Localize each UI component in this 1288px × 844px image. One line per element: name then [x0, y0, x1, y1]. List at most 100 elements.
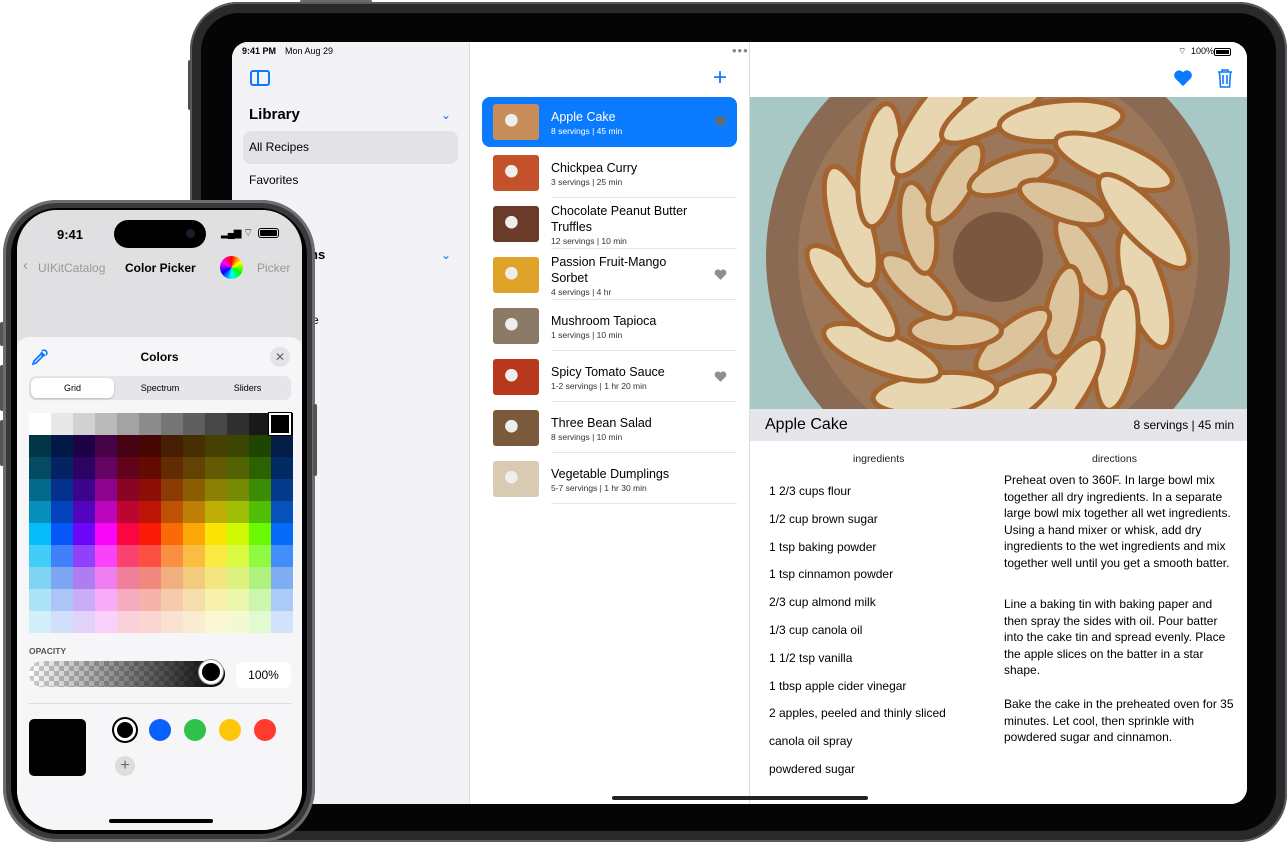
color-cell[interactable]	[29, 567, 51, 589]
color-cell[interactable]	[183, 413, 205, 435]
color-cell[interactable]	[183, 567, 205, 589]
color-cell[interactable]	[73, 413, 95, 435]
color-cell[interactable]	[73, 523, 95, 545]
color-wheel-icon[interactable]	[220, 256, 243, 279]
color-cell[interactable]	[29, 523, 51, 545]
color-cell[interactable]	[271, 479, 293, 501]
color-cell[interactable]	[227, 435, 249, 457]
color-cell[interactable]	[161, 457, 183, 479]
opacity-value[interactable]: 100%	[236, 662, 291, 688]
color-cell[interactable]	[139, 413, 161, 435]
color-cell[interactable]	[183, 589, 205, 611]
color-cell[interactable]	[29, 611, 51, 633]
heart-fill-icon[interactable]	[714, 115, 727, 128]
color-cell[interactable]	[73, 435, 95, 457]
recipe-row[interactable]: Chocolate Peanut Butter Truffles 12 servi…	[482, 199, 737, 249]
color-cell[interactable]	[271, 545, 293, 567]
color-cell[interactable]	[139, 523, 161, 545]
color-cell[interactable]	[271, 589, 293, 611]
color-cell[interactable]	[249, 457, 271, 479]
color-cell[interactable]	[95, 523, 117, 545]
color-cell[interactable]	[161, 545, 183, 567]
color-cell[interactable]	[73, 611, 95, 633]
color-cell[interactable]	[183, 545, 205, 567]
color-cell[interactable]	[51, 545, 73, 567]
saved-color-swatch[interactable]	[114, 719, 136, 741]
recipe-row[interactable]: Vegetable Dumplings 5-7 servings | 1 hr 3…	[482, 454, 737, 504]
color-cell[interactable]	[117, 435, 139, 457]
color-cell[interactable]	[95, 457, 117, 479]
color-cell[interactable]	[73, 501, 95, 523]
color-cell[interactable]	[271, 457, 293, 479]
more-dots-icon[interactable]: •••	[732, 43, 749, 58]
color-cell[interactable]	[51, 457, 73, 479]
recipe-row[interactable]: Passion Fruit-Mango Sorbet 4 servings | 4…	[482, 250, 737, 300]
back-button[interactable]: UIKitCatalog	[38, 261, 105, 275]
color-cell[interactable]	[51, 523, 73, 545]
color-cell[interactable]	[205, 611, 227, 633]
color-cell[interactable]	[249, 545, 271, 567]
color-cell[interactable]	[139, 611, 161, 633]
plus-icon[interactable]: +	[713, 64, 727, 92]
color-cell[interactable]	[51, 611, 73, 633]
opacity-slider[interactable]	[29, 661, 225, 687]
color-grid[interactable]	[29, 413, 293, 633]
color-cell[interactable]	[95, 611, 117, 633]
color-cell[interactable]	[271, 611, 293, 633]
color-cell[interactable]	[183, 479, 205, 501]
color-cell[interactable]	[73, 545, 95, 567]
color-cell[interactable]	[95, 413, 117, 435]
color-cell[interactable]	[249, 501, 271, 523]
color-cell[interactable]	[227, 479, 249, 501]
color-cell[interactable]	[249, 611, 271, 633]
color-cell[interactable]	[29, 479, 51, 501]
color-cell[interactable]	[117, 501, 139, 523]
color-cell[interactable]	[161, 501, 183, 523]
color-cell[interactable]	[227, 457, 249, 479]
color-cell[interactable]	[183, 457, 205, 479]
color-cell[interactable]	[95, 589, 117, 611]
recipe-row[interactable]: Apple Cake 8 servings | 45 min	[482, 97, 737, 147]
color-cell[interactable]	[183, 523, 205, 545]
color-cell[interactable]	[117, 545, 139, 567]
color-cell[interactable]	[51, 589, 73, 611]
color-cell[interactable]	[205, 479, 227, 501]
color-cell[interactable]	[73, 479, 95, 501]
color-cell[interactable]	[205, 413, 227, 435]
close-icon[interactable]: ✕	[270, 347, 290, 367]
color-cell[interactable]	[73, 457, 95, 479]
color-cell[interactable]	[205, 545, 227, 567]
color-cell[interactable]	[205, 457, 227, 479]
color-cell[interactable]	[271, 435, 293, 457]
color-cell[interactable]	[29, 589, 51, 611]
color-cell[interactable]	[139, 457, 161, 479]
color-cell[interactable]	[161, 435, 183, 457]
color-cell[interactable]	[227, 545, 249, 567]
color-cell[interactable]	[249, 567, 271, 589]
color-cell[interactable]	[249, 589, 271, 611]
color-cell[interactable]	[271, 501, 293, 523]
color-cell[interactable]	[29, 457, 51, 479]
color-cell[interactable]	[161, 589, 183, 611]
color-cell[interactable]	[139, 501, 161, 523]
color-cell[interactable]	[249, 523, 271, 545]
color-cell[interactable]	[73, 589, 95, 611]
color-cell[interactable]	[51, 567, 73, 589]
color-cell[interactable]	[117, 413, 139, 435]
tab-grid[interactable]: Grid	[31, 378, 114, 398]
chevron-down-icon[interactable]: ⌄	[441, 248, 451, 262]
color-cell[interactable]	[271, 523, 293, 545]
heart-fill-icon[interactable]	[1173, 69, 1193, 87]
color-cell[interactable]	[271, 567, 293, 589]
recipe-row[interactable]: Three Bean Salad 8 servings | 10 min	[482, 403, 737, 453]
recipe-row[interactable]: Chickpea Curry 3 servings | 25 min	[482, 148, 737, 198]
color-cell[interactable]	[249, 435, 271, 457]
color-cell[interactable]	[227, 501, 249, 523]
color-cell[interactable]	[227, 589, 249, 611]
sidebar-left-icon[interactable]	[250, 70, 270, 86]
recipe-row[interactable]: Spicy Tomato Sauce 1-2 servings | 1 hr 20…	[482, 352, 737, 402]
color-cell[interactable]	[139, 479, 161, 501]
color-cell[interactable]	[205, 523, 227, 545]
color-cell[interactable]	[161, 523, 183, 545]
color-cell[interactable]	[73, 567, 95, 589]
